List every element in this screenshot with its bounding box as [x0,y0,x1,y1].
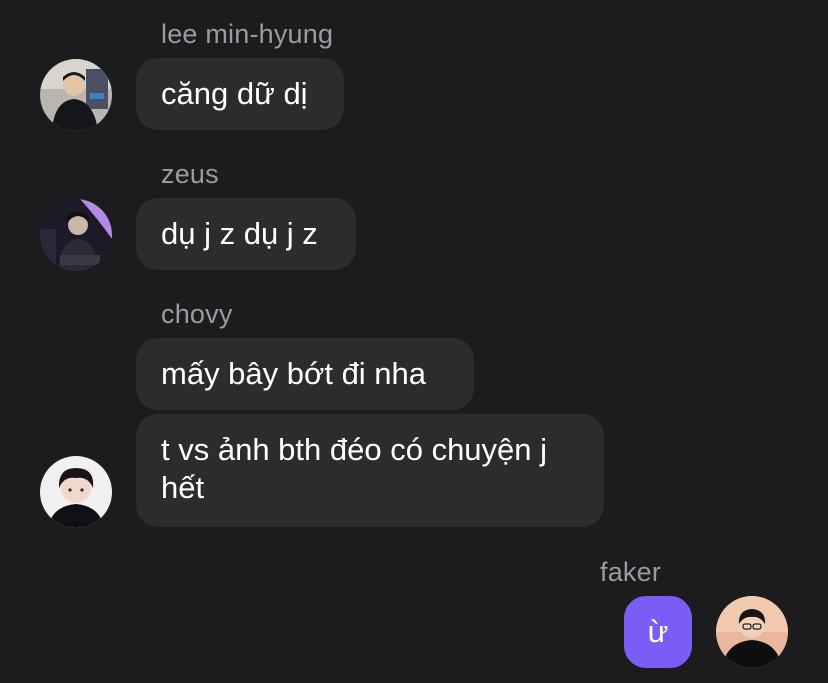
message-bubble[interactable]: t vs ảnh bth đéo có chuyện j hết [136,414,604,527]
message-bubble-outgoing[interactable]: ừ [624,596,692,668]
message-bubble[interactable]: căng dữ dị [136,58,344,130]
sender-name: chovy [161,299,233,329]
avatar-faker[interactable] [716,596,788,668]
message-text: căng dữ dị [161,76,308,111]
message-bubble[interactable]: dụ j z dụ j z [136,198,356,270]
avatar-lee-min-hyung[interactable] [40,59,112,131]
avatar-chovy[interactable] [40,456,112,528]
avatar-zeus[interactable] [40,199,112,271]
sender-name: zeus [161,159,219,189]
message-text: mấy bây bớt đi nha [161,356,427,391]
message-text: ừ [647,614,669,649]
message-text: dụ j z dụ j z [161,216,318,251]
message-bubble[interactable]: mấy bây bớt đi nha [136,338,474,410]
chat-thread: lee min-hyung căng dữ dị zeus dụ j z dụ … [0,0,828,683]
message-text: t vs ảnh bth đéo có chuyện j hết [161,432,548,505]
sender-name: faker [600,557,662,587]
sender-name: lee min-hyung [161,19,334,49]
